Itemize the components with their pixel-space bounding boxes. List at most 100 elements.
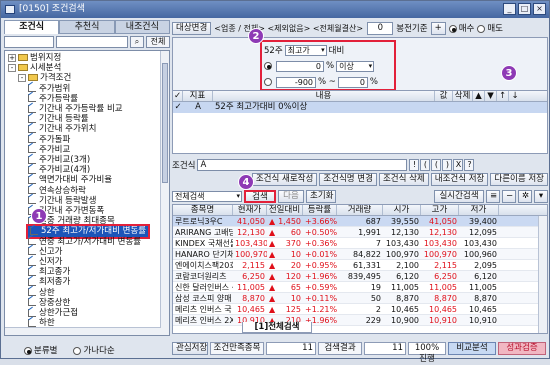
condition-action-button[interactable]: 조건식명 변경 [319, 173, 377, 186]
radio-by-category[interactable]: 분류별 [24, 344, 57, 356]
expand-icon[interactable]: + [8, 53, 16, 62]
tree-item-label: 52주 최고가/저가대비 변동률 [41, 226, 147, 237]
table-row[interactable]: 코람코더원리츠 6,250 ▲ 120 +1.96% 839,495 6,120 6,250 6… [173, 271, 547, 282]
reset-button[interactable]: 초기화 [306, 189, 336, 203]
value-input-3[interactable]: 0 [337, 76, 368, 88]
search-icon[interactable]: ⌕ [130, 36, 144, 48]
radio-sell[interactable]: 매도 [477, 22, 503, 34]
chart-icon [28, 196, 36, 205]
table-row[interactable]: 신한 달러인버스 선 11,005 ▲ 65 +0.59% 19 11,005 11,005 1… [173, 282, 547, 293]
operator-button[interactable]: ) [442, 158, 453, 171]
condition-action-button[interactable]: 내조건식 저장 [430, 173, 489, 186]
minimize-button[interactable]: _ [503, 3, 516, 15]
condition-action-button[interactable]: 조건식 새로작성 [251, 173, 318, 186]
col-check[interactable]: ✓ [173, 91, 183, 101]
next-button[interactable]: 다음 [278, 189, 304, 203]
cell-price: 12,130 [237, 228, 265, 237]
category-select[interactable] [4, 36, 54, 48]
compare-combo[interactable]: 이상 [336, 60, 375, 72]
all-button[interactable]: 전체 [146, 36, 170, 48]
chart-icon [28, 145, 36, 154]
plus-button[interactable]: + [430, 21, 446, 35]
condition-action-button[interactable]: 다른이름 저장 [490, 173, 548, 186]
tree-item-label: 연중 최고가/저가대비 변동률 [39, 236, 142, 247]
period-spin[interactable]: 0 [367, 21, 394, 35]
column-header[interactable]: 고가 [421, 205, 459, 215]
condition-action-button[interactable]: 조건식 삭제 [378, 173, 429, 186]
radio-opt-2[interactable] [264, 78, 272, 86]
result-count: 11 [364, 341, 406, 355]
table-row[interactable]: HANARO 단기채권100,970▲10+0.01%84,822100,970… [173, 249, 547, 260]
cell-pct: +0.59% [305, 283, 337, 292]
search-scope-select[interactable]: 전체검색 [172, 190, 242, 202]
column-header[interactable]: 시가 [383, 205, 421, 215]
maximize-button[interactable]: □ [518, 3, 531, 15]
tab-recommended[interactable]: 추천식 [59, 20, 115, 34]
cell-low: 11,005 [469, 283, 497, 292]
cell-high: 8,870 [434, 294, 457, 303]
down-arrow-icon[interactable]: ▼ [485, 91, 497, 101]
window-title: [0150] 조건검색 [19, 4, 85, 14]
watch-save-button[interactable]: 관심저장 [172, 341, 208, 355]
result-scrollbar[interactable] [538, 216, 547, 333]
top-arrow-icon[interactable]: ↑ [497, 91, 509, 101]
radio-buy[interactable]: 매수 [448, 22, 474, 34]
tab-all-results[interactable]: [1]전체검색 [242, 322, 312, 333]
close-button[interactable]: × [533, 3, 546, 15]
operator-button[interactable]: ! [409, 158, 420, 171]
tree-search-input[interactable] [56, 36, 128, 48]
column-header[interactable]: 거래량 [337, 205, 383, 215]
table-row[interactable]: 삼성 코스피 양매 8,870 ▲ 10 +0.11% 50 8,870 8,870 8,870 [173, 293, 547, 304]
tree-item[interactable]: 하한 [28, 318, 55, 329]
value-input-2[interactable]: -900 [276, 76, 316, 88]
dropdown-icon[interactable]: ▾ [534, 189, 548, 203]
column-header[interactable]: 종목명 [173, 205, 233, 215]
operator-button[interactable]: ( [431, 158, 442, 171]
column-header[interactable]: 현재가 [233, 205, 267, 215]
table-row[interactable]: ARIRANG 고배당저 12,130 ▲60 +0.50% 1,991 12,130 12… [173, 227, 547, 238]
tab-my-conditions[interactable]: 내조건식 [114, 20, 170, 34]
operator-button[interactable]: ( [420, 158, 431, 171]
realtime-search-button[interactable]: 실시간검색 [434, 189, 484, 203]
tree-item-label: 기간내 주가위치 [39, 124, 97, 135]
radio-alphabetical[interactable]: 가나다순 [73, 344, 115, 356]
cell-open: 103,430 [385, 239, 419, 248]
tree-scrollbar[interactable] [160, 51, 169, 335]
operator-button[interactable]: X [453, 158, 464, 171]
cell-high: 100,970 [423, 250, 457, 259]
cell-vol: 84,822 [353, 250, 381, 259]
table-row[interactable]: KINDEX 국채선물3103,430▲370+0.36%7103,430103… [173, 238, 547, 249]
up-arrow-icon[interactable]: ▲ [473, 91, 485, 101]
table-row[interactable]: 메리츠 인버스 2X 10,910 ▲ 210 +1.96% 229 10,900 10,91… [173, 315, 547, 326]
list-icon[interactable]: ≡ [486, 189, 500, 203]
gear-icon[interactable]: ✲ [518, 189, 532, 203]
table-row[interactable]: 메리츠 인버스 국 10,465 ▲ 125 +1.21% 2 10,465 10,465 10… [173, 304, 547, 315]
search-button[interactable]: 검색 [244, 189, 276, 203]
operator-button[interactable]: ? [464, 158, 475, 171]
compare-analysis-button[interactable]: 비교분석 [448, 341, 496, 355]
cell-name: 엔에이치스팩20호 [175, 261, 233, 270]
column-header[interactable]: 등락률 [303, 205, 337, 215]
row-checkbox[interactable]: ✓ [173, 102, 183, 113]
item-combo[interactable]: 최고가 [284, 44, 327, 56]
table-row[interactable]: 루트로닉3우C 41,050 ▲ 1,450 +3.66% 687 39,550 41,050… [173, 216, 547, 227]
column-header[interactable]: 전일대비 [267, 205, 303, 215]
tab-conditions[interactable]: 조건식 [4, 20, 60, 34]
bottom-arrow-icon[interactable]: ↓ [509, 91, 521, 101]
value-input-1[interactable]: 0 [276, 60, 324, 72]
cell-chg: ▲ 370 [269, 239, 301, 248]
table-row[interactable]: 엔에이치스팩20호 2,115 ▲ 20 +0.95% 61,331 2,100 2,115 2… [173, 260, 547, 271]
up-triangle-icon: ▲ [269, 283, 276, 292]
column-header[interactable]: 저가 [459, 205, 499, 215]
condition-row[interactable]: ✓ A 52주 최고가대비 0%이상 [173, 102, 547, 113]
up-triangle-icon: ▲ [269, 239, 276, 248]
minus-icon[interactable]: − [502, 189, 516, 203]
cell-vol: 50 [370, 294, 381, 303]
target-change-button[interactable]: 대상변경 [172, 21, 212, 35]
expand-icon[interactable]: - [18, 73, 26, 82]
radio-opt-1[interactable] [264, 62, 272, 70]
equation-input[interactable]: A [197, 158, 408, 171]
cell-low: 8,870 [474, 294, 497, 303]
performance-verify-button[interactable]: 성과검증 [498, 341, 546, 355]
expand-icon[interactable]: - [8, 63, 16, 72]
